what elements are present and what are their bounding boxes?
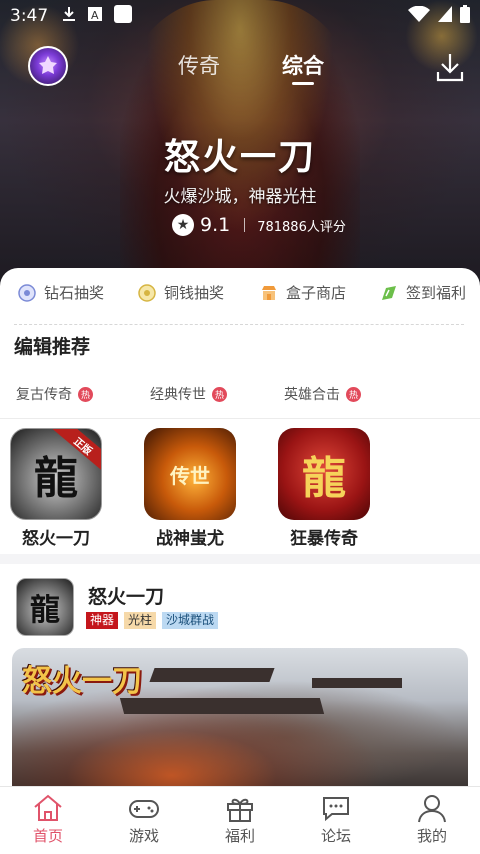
nav-games[interactable]: 游戏 — [96, 787, 192, 854]
download-button[interactable] — [436, 52, 464, 82]
coin-icon — [138, 283, 156, 302]
game-icon: 龍 — [278, 428, 370, 520]
featured-game-icon: 龍 — [16, 578, 74, 636]
section-title: 编辑推荐 — [14, 336, 91, 358]
featured-tags: 神器 光柱 沙城群战 — [86, 612, 219, 629]
featured-game-title: 怒火一刀 — [88, 586, 165, 608]
recommended-games: 龍 正版 怒火一刀 传世 战神蚩尤 龍 狂暴传奇 — [0, 428, 480, 549]
diamond-icon — [18, 283, 36, 302]
tag: 光柱 — [124, 612, 157, 629]
divider — [244, 218, 246, 232]
quick-box-shop[interactable]: 盒子商店 — [260, 282, 346, 303]
tab-chuanqi[interactable]: 传奇 — [178, 50, 220, 80]
divider — [14, 324, 464, 325]
wifi-icon — [408, 5, 430, 27]
rating-score: 9.1 — [200, 214, 231, 236]
tab-retro-legend[interactable]: 复古传奇 热 — [16, 384, 93, 404]
gift-icon — [227, 798, 253, 822]
hot-badge: 热 — [212, 386, 227, 402]
game-name: 怒火一刀 — [22, 529, 90, 549]
star-icon: ★ — [172, 214, 194, 236]
game-name: 狂暴传奇 — [290, 529, 358, 549]
tab-classic-legend[interactable]: 经典传世 热 — [150, 384, 227, 404]
battery-icon — [460, 4, 470, 28]
a-icon: A — [88, 6, 103, 26]
bottom-nav: 首页 游戏 福利 论坛 我的 — [0, 786, 480, 854]
user-icon — [418, 795, 446, 823]
tag: 沙城群战 — [162, 612, 219, 629]
rating-votes: 781886人评分 — [257, 219, 346, 235]
nav-welfare[interactable]: 福利 — [192, 787, 288, 854]
quick-actions: 钻石抽奖 铜钱抽奖 盒子商店 签到福利 — [0, 282, 480, 312]
home-icon — [34, 794, 62, 821]
quick-sign-in[interactable]: 签到福利 — [380, 282, 466, 303]
download-icon — [436, 54, 464, 82]
hot-badge: 热 — [346, 386, 361, 402]
game-icon: 龍 正版 — [10, 428, 102, 520]
download-icon — [62, 6, 76, 27]
game-name: 战神蚩尤 — [156, 529, 224, 549]
chat-icon — [323, 797, 349, 822]
hero-title: 怒火一刀 — [163, 137, 316, 178]
game-card[interactable]: 龍 狂暴传奇 — [276, 428, 372, 549]
nav-home[interactable]: 首页 — [0, 787, 96, 854]
hot-badge: 热 — [78, 386, 93, 402]
hero-rating: ★ 9.1 781886人评分 — [172, 214, 346, 236]
content-card: 钻石抽奖 铜钱抽奖 盒子商店 签到福利 编辑推荐 复古传奇 热 经典传世 热 英… — [0, 268, 480, 854]
quick-diamond-lottery[interactable]: 钻石抽奖 — [18, 282, 104, 303]
featured-banner-image[interactable]: 怒火一刀 — [12, 648, 468, 798]
sign-in-icon — [380, 284, 398, 302]
tab-active-indicator — [292, 82, 314, 85]
status-time: 3:47 — [10, 6, 49, 26]
section-tabs: 复古传奇 热 经典传世 热 英雄合击 热 — [0, 384, 480, 410]
featured-game[interactable]: 龍 怒火一刀 神器 光柱 沙城群战 怒火一刀 — [0, 564, 480, 798]
section-gap — [0, 554, 480, 564]
game-icon: 传世 — [144, 428, 236, 520]
status-bar: 3:47 A — [0, 0, 480, 32]
tab-zonghe[interactable]: 综合 — [282, 50, 324, 80]
gamepad-icon — [129, 800, 159, 818]
divider — [0, 418, 480, 419]
quick-coin-lottery[interactable]: 铜钱抽奖 — [138, 282, 224, 303]
signal-icon — [438, 5, 452, 27]
svg-text:A: A — [91, 9, 99, 21]
banner-logo: 怒火一刀 — [22, 664, 142, 699]
tag: 神器 — [86, 612, 119, 629]
game-card[interactable]: 传世 战神蚩尤 — [142, 428, 238, 549]
game-card[interactable]: 龍 正版 怒火一刀 — [8, 428, 104, 549]
square-icon — [114, 4, 133, 28]
hero-subtitle: 火爆沙城，神器光柱 — [163, 187, 317, 207]
nav-forum[interactable]: 论坛 — [288, 787, 384, 854]
tab-hero-combo[interactable]: 英雄合击 热 — [284, 384, 361, 404]
shop-icon — [260, 284, 278, 302]
header-tabs: 传奇 综合 — [0, 46, 480, 90]
nav-profile[interactable]: 我的 — [384, 787, 480, 854]
